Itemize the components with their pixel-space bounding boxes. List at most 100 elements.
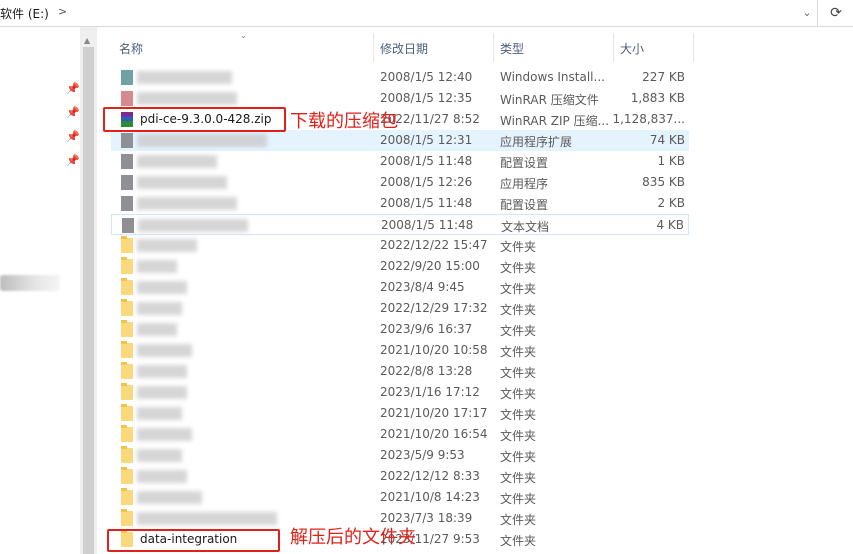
folder-icon — [121, 236, 133, 253]
file-name-redacted — [137, 239, 197, 252]
file-date: 2008/1/5 12:31 — [380, 133, 473, 147]
address-bar[interactable]: 软件 (E:) > ⌄ ⟳ — [0, 0, 853, 27]
folder-icon — [121, 404, 133, 421]
folder-row[interactable]: 2022/12/29 17:32 文件夹 — [111, 298, 689, 319]
folder-row[interactable]: 2021/10/8 14:23 文件夹 — [111, 487, 689, 508]
column-divider[interactable] — [493, 33, 494, 62]
file-name-redacted — [137, 428, 192, 441]
file-row[interactable]: 2008/1/5 12:31 应用程序扩展 74 KB — [111, 130, 689, 151]
file-name-redacted — [137, 449, 182, 462]
file-type: 文件夹 — [500, 282, 537, 296]
folder-row[interactable]: 2022/12/22 15:47 文件夹 — [111, 235, 689, 256]
column-header-date[interactable]: 修改日期 — [380, 40, 428, 57]
file-icon — [121, 133, 133, 148]
file-size: 1 KB — [657, 154, 685, 168]
folder-icon — [121, 278, 133, 295]
column-divider[interactable] — [613, 33, 614, 62]
file-type: 文件夹 — [500, 366, 537, 380]
refresh-icon[interactable]: ⟳ — [817, 0, 853, 26]
file-row[interactable]: 2008/1/5 11:48 文本文档 4 KB — [111, 214, 689, 235]
file-date: 2021/10/20 16:54 — [380, 427, 488, 441]
file-name-redacted — [137, 71, 232, 84]
folder-row[interactable]: 2022/9/20 15:00 文件夹 — [111, 256, 689, 277]
folder-row[interactable]: 2021/10/20 10:58 文件夹 — [111, 340, 689, 361]
folder-icon — [121, 488, 133, 505]
column-header-size[interactable]: 大小 — [620, 40, 644, 57]
file-date: 2022/8/8 13:28 — [380, 364, 473, 378]
file-type: 文件夹 — [500, 471, 537, 485]
file-icon — [121, 91, 133, 106]
folder-row[interactable]: 2023/5/9 9:53 文件夹 — [111, 445, 689, 466]
file-icon — [121, 154, 133, 169]
file-name-redacted — [137, 491, 202, 504]
folder-row[interactable]: 2022/8/8 13:28 文件夹 — [111, 361, 689, 382]
column-header-type[interactable]: 类型 — [500, 40, 524, 57]
file-type: 文件夹 — [500, 492, 537, 506]
column-divider[interactable] — [373, 33, 374, 62]
file-date: 2008/1/5 12:26 — [380, 175, 473, 189]
file-type: 文件夹 — [500, 345, 537, 359]
file-type: 文件夹 — [500, 408, 537, 422]
column-divider[interactable] — [693, 33, 694, 62]
file-name-redacted — [137, 512, 277, 525]
file-type: 配置设置 — [500, 198, 549, 212]
nav-item-redacted[interactable] — [0, 275, 60, 291]
file-date: 2021/10/20 10:58 — [380, 343, 488, 357]
folder-icon — [121, 320, 133, 337]
file-name-redacted — [137, 281, 187, 294]
folder-icon — [121, 362, 133, 379]
file-size: 74 KB — [649, 133, 685, 147]
pin-icon[interactable]: 📌 — [66, 130, 80, 143]
file-icon — [121, 175, 133, 190]
file-type: 配置设置 — [500, 156, 549, 170]
file-row[interactable]: 2008/1/5 11:48 配置设置 1 KB — [111, 151, 689, 172]
folder-icon — [121, 446, 133, 463]
file-name-redacted — [138, 219, 248, 232]
file-name-redacted — [137, 155, 217, 168]
scroll-up-icon[interactable]: ▲ — [84, 36, 90, 45]
file-type: 文件夹 — [500, 261, 537, 275]
file-date: 2008/1/5 11:48 — [380, 196, 473, 210]
scrollbar-thumb[interactable] — [83, 47, 94, 554]
folder-row[interactable]: 2022/12/12 8:33 文件夹 — [111, 466, 689, 487]
folder-row[interactable]: 2023/9/6 16:37 文件夹 — [111, 319, 689, 340]
address-dropdown-icon[interactable]: ⌄ — [796, 3, 818, 23]
breadcrumb-chevron-icon[interactable]: > — [58, 5, 67, 18]
pin-icon[interactable]: 📌 — [66, 106, 80, 119]
file-size: 1,128,837... — [612, 112, 685, 126]
file-date: 2022/12/29 17:32 — [380, 301, 488, 315]
file-name-redacted — [137, 176, 227, 189]
address-path[interactable]: 软件 (E:) — [0, 5, 49, 22]
file-date: 2023/9/6 16:37 — [380, 322, 473, 336]
file-row[interactable]: 2008/1/5 12:40 Windows Install... 227 KB — [111, 67, 689, 88]
folder-row[interactable]: 2023/1/16 17:12 文件夹 — [111, 382, 689, 403]
folder-highlight-box — [107, 529, 280, 552]
folder-annotation: 解压后的文件夹 — [290, 527, 416, 548]
pin-icon[interactable]: 📌 — [66, 154, 80, 167]
file-icon — [121, 196, 133, 211]
file-row[interactable]: 2008/1/5 12:26 应用程序 835 KB — [111, 172, 689, 193]
nav-scrollbar[interactable]: ▲ — [80, 27, 97, 554]
folder-icon — [121, 299, 133, 316]
folder-row[interactable]: 2021/10/20 17:17 文件夹 — [111, 403, 689, 424]
file-size: 835 KB — [642, 175, 685, 189]
zip-highlight-box — [103, 107, 286, 132]
folder-row[interactable]: 2021/10/20 16:54 文件夹 — [111, 424, 689, 445]
file-date: 2008/1/5 11:48 — [380, 154, 473, 168]
pin-icon[interactable]: 📌 — [66, 82, 80, 95]
file-row[interactable]: 2008/1/5 11:48 配置设置 2 KB — [111, 193, 689, 214]
file-type: 应用程序扩展 — [500, 135, 573, 149]
folder-icon — [121, 509, 133, 526]
folder-icon — [121, 341, 133, 358]
folder-row[interactable]: 2023/8/4 9:45 文件夹 — [111, 277, 689, 298]
file-type: Windows Install... — [500, 70, 605, 84]
column-header-name[interactable]: 名称 — [119, 40, 143, 57]
file-type: 文件夹 — [500, 534, 537, 548]
file-size: 2 KB — [657, 196, 685, 210]
sort-caret-icon: ⌄ — [240, 31, 247, 40]
zip-annotation: 下载的压缩包 — [290, 111, 398, 132]
column-headers: ⌄ 名称 修改日期 类型 大小 — [97, 27, 853, 62]
file-type: 文件夹 — [500, 324, 537, 338]
file-icon — [121, 70, 133, 85]
file-row[interactable]: 2008/1/5 12:35 WinRAR 压缩文件 1,883 KB — [111, 88, 689, 109]
